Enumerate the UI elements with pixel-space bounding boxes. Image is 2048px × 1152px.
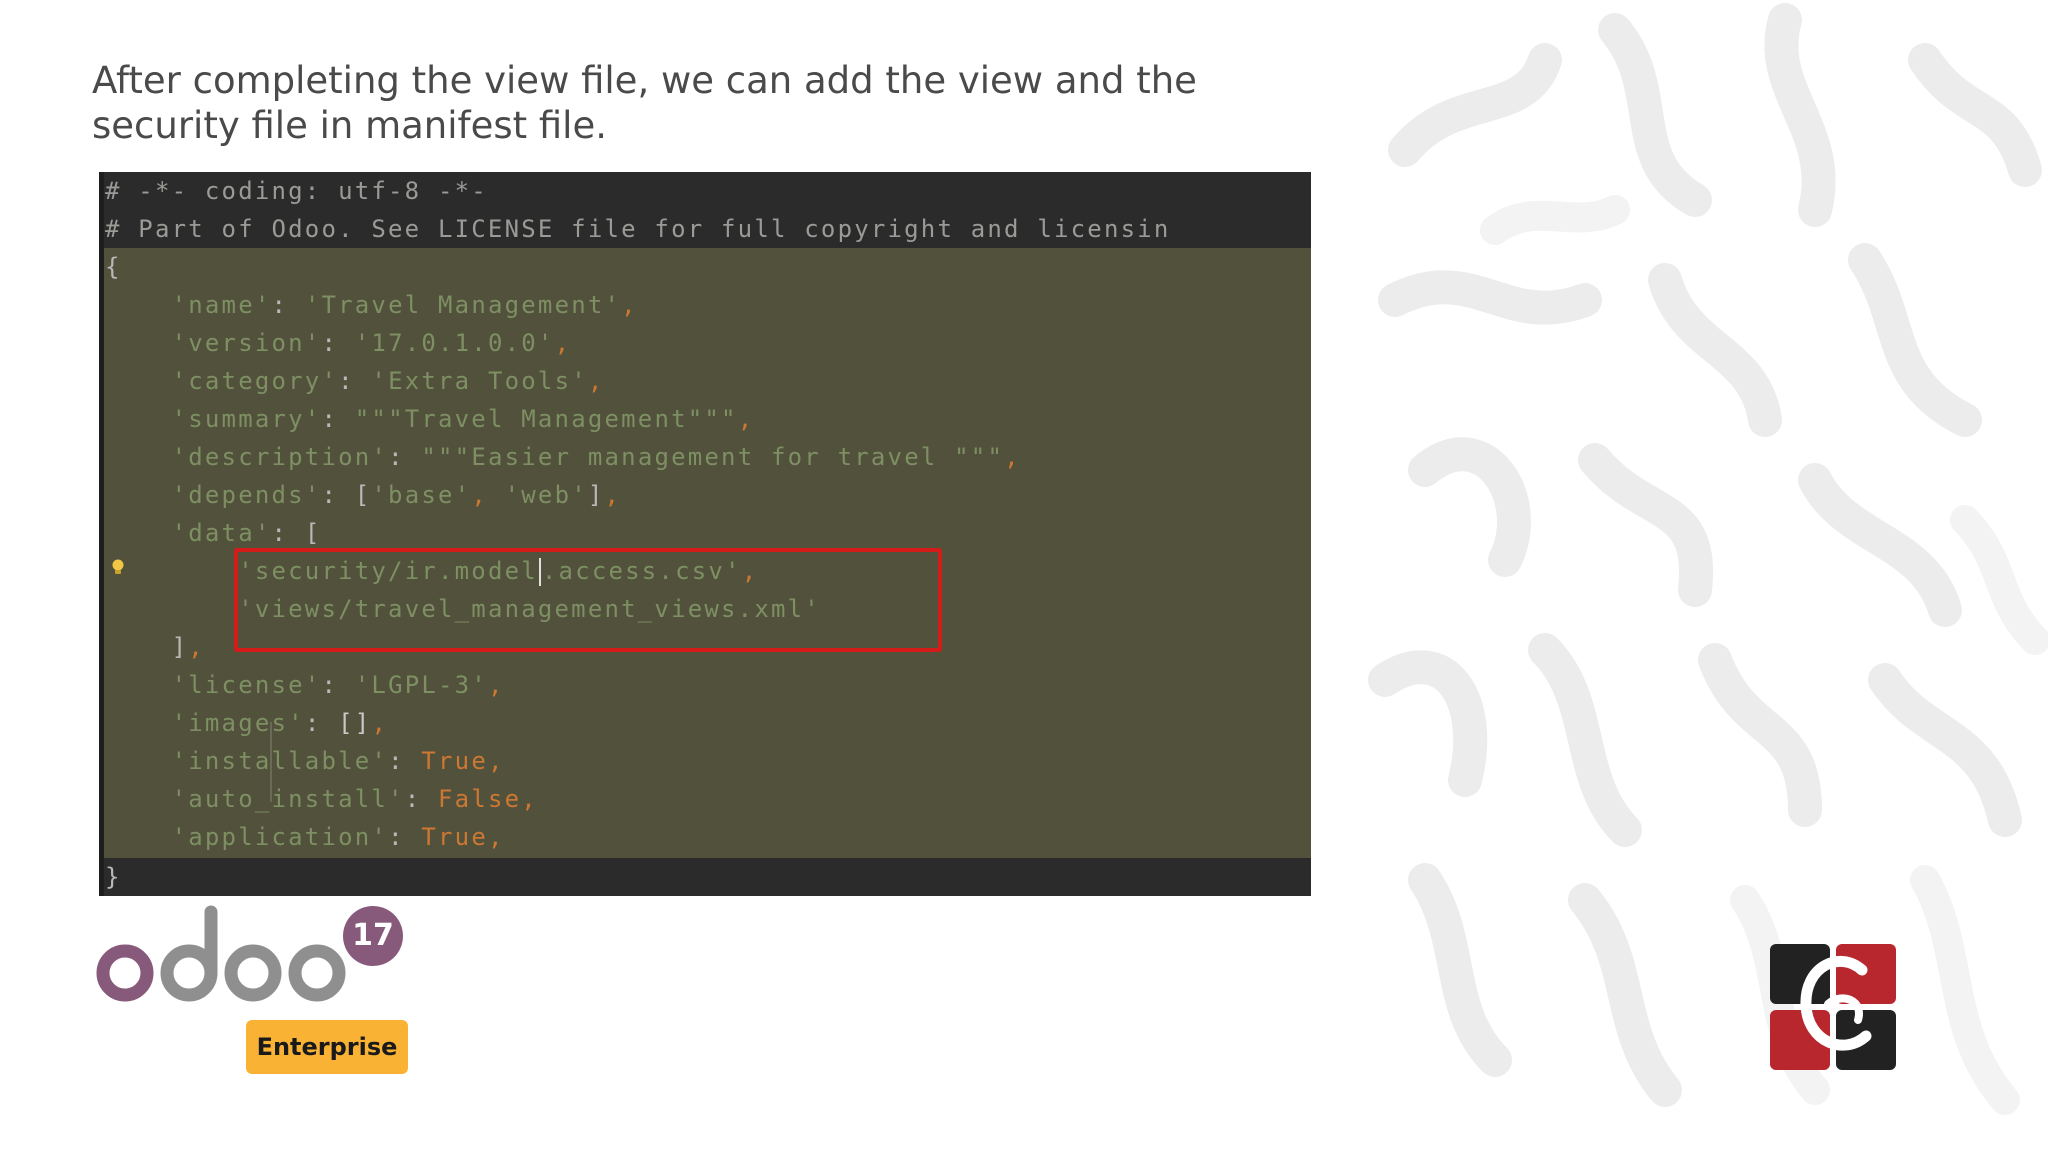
code-line-license-comment: # Part of Odoo. See LICENSE file for ful… [105,215,1171,243]
code-line-application: 'application': True, [171,823,505,851]
code-line-version: 'version': '17.0.1.0.0', [171,329,572,357]
code-line-images: 'images': [], [171,709,389,737]
code-line-coding: # -*- coding: utf-8 -*- [105,177,488,205]
editor-gutter [99,172,104,896]
code-line-data: 'data': [ [171,519,322,547]
background-pattern [1368,3,2048,1115]
code-line-category: 'category': 'Extra Tools', [171,367,605,395]
version-badge: 17 [343,906,403,966]
code-line-installable: 'installable': True, [171,747,505,775]
slide-heading: After completing the view file, we can a… [92,59,1197,147]
code-line-close-brace: } [105,863,122,891]
code-line-summary: 'summary': """Travel Management""", [171,405,755,433]
code-line-license: 'license': 'LGPL-3', [171,671,505,699]
lightbulb-icon[interactable] [109,558,127,576]
code-line-name: 'name': 'Travel Management', [171,291,638,319]
code-line-description: 'description': """Easier management for … [171,443,1021,471]
code-footer-band [99,858,1311,896]
code-editor-screenshot: # -*- coding: utf-8 -*- # Part of Odoo. … [99,172,1311,896]
code-line-auto-install: 'auto_install': False, [171,785,538,813]
code-line-depends: 'depends': ['base', 'web'], [171,481,622,509]
enterprise-badge: Enterprise [246,1020,408,1074]
highlight-box [234,548,942,652]
code-line-data-close: ], [171,633,205,661]
company-logo [1770,944,1896,1070]
code-line-open-brace: { [105,253,122,281]
